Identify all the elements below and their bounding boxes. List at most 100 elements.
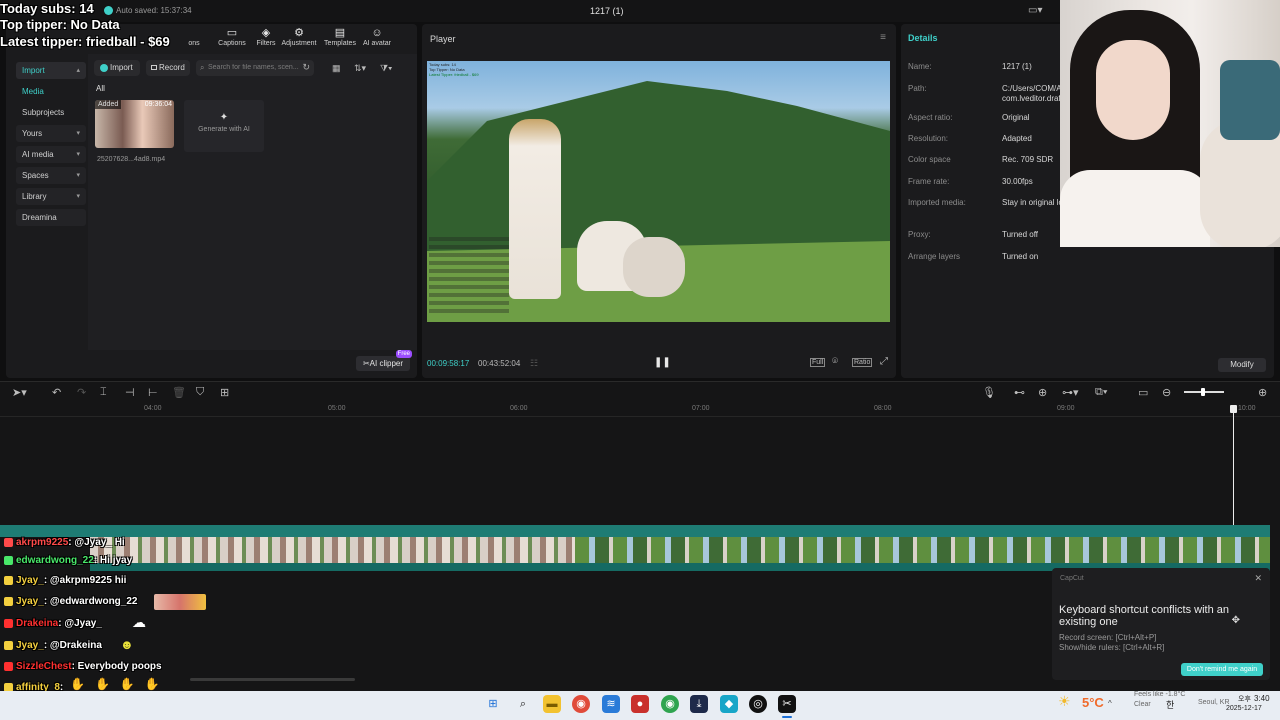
- file-explorer-icon[interactable]: ▬: [543, 695, 561, 713]
- ruler-tick-label: 09:00: [1057, 405, 1075, 412]
- filter-all-tab[interactable]: All: [96, 84, 105, 93]
- playhead[interactable]: [1230, 405, 1237, 540]
- sidebar-item-library[interactable]: Library ▾: [16, 188, 86, 205]
- chat-text: : @akrpm9225 hii: [43, 575, 127, 586]
- sidebar-item-dreamina[interactable]: Dreamina: [16, 209, 86, 226]
- player-menu-icon[interactable]: ≡: [880, 32, 886, 43]
- linkage-icon[interactable]: ⊶▾: [1062, 386, 1079, 399]
- templates-icon: ▤: [334, 27, 346, 39]
- detail-key: Aspect ratio:: [908, 113, 953, 122]
- toolbar-templates[interactable]: ▤ Templates: [320, 27, 360, 47]
- zoom-slider[interactable]: [1184, 388, 1224, 396]
- app-icon-cyan[interactable]: ◆: [720, 695, 738, 713]
- weather-icon[interactable]: ☀: [1058, 693, 1071, 710]
- sidebar-import[interactable]: Import ▴: [16, 62, 86, 79]
- goat-figure-second: [623, 237, 685, 297]
- delete-icon[interactable]: 🗑: [172, 386, 186, 399]
- chat-username: akrpm9225: [16, 537, 69, 548]
- full-quality-button[interactable]: Full: [810, 358, 826, 367]
- fullscreen-icon[interactable]: ⤢: [880, 356, 888, 367]
- ruler-tick-label: 07:00: [692, 405, 710, 412]
- undo-icon[interactable]: ↶: [52, 386, 61, 399]
- sidebar-item-label: Spaces: [22, 171, 49, 180]
- sidebar-item-ai-media[interactable]: AI media ▾: [16, 146, 86, 163]
- added-badge: Added: [95, 100, 122, 109]
- capcut-active-indicator: [782, 716, 792, 718]
- close-icon[interactable]: ✕: [1254, 573, 1262, 584]
- search-button[interactable]: ⌕: [514, 695, 532, 713]
- toolbar-ai-avatar[interactable]: ☺ AI avatar: [357, 27, 397, 47]
- main-track[interactable]: [0, 525, 1270, 537]
- chrome-profile-icon[interactable]: ◉: [661, 695, 679, 713]
- caption-toggle-icon[interactable]: ▭: [1138, 386, 1148, 399]
- ai-edit-icon[interactable]: ⊞: [220, 386, 229, 399]
- clip-filename: 25207628...4ad8.mp4: [97, 156, 166, 163]
- zoom-out-icon[interactable]: ⊖: [1162, 386, 1171, 399]
- snapshot-icon[interactable]: ⌾: [832, 356, 838, 367]
- chat-message: Drakeina: @Jyay_: [4, 615, 102, 633]
- split-right-icon[interactable]: ⊢: [148, 386, 158, 399]
- split-left-icon[interactable]: ⊣: [125, 386, 135, 399]
- link-icon[interactable]: ⊷: [1014, 386, 1025, 399]
- toolbar-adjustment[interactable]: ⚙ Adjustment: [279, 27, 319, 47]
- ratio-button[interactable]: Ratio: [852, 358, 873, 367]
- zoom-slider-thumb[interactable]: [1201, 388, 1205, 396]
- filter-icon[interactable]: ⧩▾: [380, 63, 392, 74]
- sidebar-item-subprojects[interactable]: Subprojects: [16, 104, 86, 121]
- dont-remind-button[interactable]: Don't remind me again: [1181, 663, 1263, 676]
- grid-view-icon[interactable]: ▦: [332, 63, 341, 74]
- download-app-icon[interactable]: ⤓: [690, 695, 708, 713]
- split-icon[interactable]: ⌶: [100, 386, 107, 399]
- person-figure: [509, 119, 561, 299]
- snap-icon[interactable]: ⊕: [1038, 386, 1047, 399]
- tray-chevron-icon[interactable]: ^: [1108, 699, 1112, 708]
- app-icon-red[interactable]: ●: [631, 695, 649, 713]
- latest-tipper-overlay: Latest tipper: friedball - $69: [0, 34, 170, 49]
- app-icon-blue[interactable]: ≋: [602, 695, 620, 713]
- modify-button[interactable]: Modify: [1218, 358, 1266, 372]
- toolbar-partial[interactable]: ons: [174, 40, 214, 47]
- video-preview[interactable]: Today subs: 14 Top Tipper: No Data Lates…: [427, 61, 890, 322]
- sidebar-item-label: AI media: [22, 150, 54, 159]
- sidebar-item-media[interactable]: Media: [16, 83, 86, 100]
- obs-icon[interactable]: ◎: [749, 695, 767, 713]
- clock-time[interactable]: 3:40: [1254, 694, 1270, 703]
- import-button[interactable]: Import: [94, 60, 140, 76]
- search-input[interactable]: ⌕ Search for file names, scen... ↻: [196, 60, 314, 76]
- chrome-icon[interactable]: ◉: [572, 695, 590, 713]
- sidebar-item-spaces[interactable]: Spaces ▾: [16, 167, 86, 184]
- chat-emote-smile: ☻: [120, 637, 134, 652]
- start-button[interactable]: ⊞: [484, 695, 502, 713]
- preview-axis-icon[interactable]: ⧉▾: [1095, 386, 1107, 399]
- clock-date[interactable]: 2025-12-17: [1226, 705, 1262, 712]
- chat-text: : Hi jyay: [93, 555, 133, 566]
- chat-username: Drakeina: [16, 618, 59, 629]
- refresh-icon[interactable]: ↻: [302, 62, 310, 73]
- record-button[interactable]: Record: [146, 60, 190, 76]
- ai-clipper-button[interactable]: ✂AI clipper Free: [356, 350, 412, 371]
- detail-key: Name:: [908, 62, 932, 71]
- top-tipper-overlay: Top tipper: No Data: [0, 17, 120, 32]
- location-label: Seoul, KR: [1198, 699, 1230, 706]
- media-clip-thumbnail[interactable]: Added 09:36:04: [95, 100, 174, 148]
- detail-value: 30.00fps: [1002, 177, 1033, 186]
- ruler-tick-label: 10:00: [1238, 405, 1256, 412]
- redo-icon[interactable]: ↷: [77, 386, 86, 399]
- timeline-grid-icon[interactable]: ☷: [530, 358, 538, 369]
- zoom-in-icon[interactable]: ⊕: [1258, 386, 1267, 399]
- record-icon: [151, 65, 157, 71]
- streamer-body: [1060, 170, 1210, 247]
- detail-value: Turned off: [1002, 230, 1039, 239]
- sort-icon[interactable]: ⇅▾: [354, 63, 366, 74]
- microphone-icon[interactable]: 🎙: [982, 386, 996, 399]
- shield-icon[interactable]: ⛉: [196, 386, 204, 399]
- timeline-scrollbar[interactable]: [190, 678, 355, 681]
- playhead-handle[interactable]: [1230, 405, 1237, 413]
- pause-button[interactable]: ❚❚: [654, 357, 671, 368]
- capcut-taskbar-icon[interactable]: ✂: [778, 695, 796, 713]
- language-indicator[interactable]: 한: [1166, 698, 1174, 711]
- layout-icon[interactable]: ▭▾: [1028, 5, 1042, 16]
- select-tool-icon[interactable]: ➤▾: [12, 386, 27, 399]
- sidebar-item-yours[interactable]: Yours ▾: [16, 125, 86, 142]
- generate-with-ai-card[interactable]: ✦ Generate with AI: [184, 100, 264, 152]
